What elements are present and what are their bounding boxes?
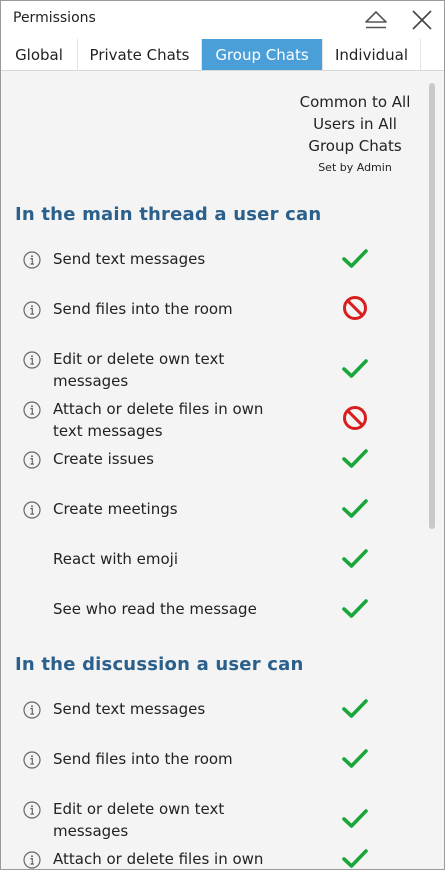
permission-row: React with emoji: [1, 548, 421, 598]
check-icon[interactable]: [342, 355, 368, 381]
permission-label: Send text messages: [53, 248, 293, 270]
info-icon[interactable]: [23, 451, 41, 469]
permissions-window: Permissions Global Private Chats Group C…: [0, 0, 445, 870]
permission-label-line-1: Create meetings: [53, 500, 178, 518]
check-icon[interactable]: [342, 695, 368, 721]
permissions-panel: Common to All Users in All Group Chats S…: [1, 71, 444, 869]
permission-label-line-1: See who read the message: [53, 600, 257, 618]
info-icon[interactable]: [23, 401, 41, 419]
section-heading: In the main thread a user can: [15, 204, 322, 225]
column-header-line-1: Common to All: [299, 93, 411, 111]
column-header-line-2: Users in All: [313, 115, 397, 133]
permission-label-line-1: Send text messages: [53, 250, 206, 268]
permission-row: Send text messages: [1, 248, 421, 298]
check-icon[interactable]: [342, 545, 368, 571]
permission-label: See who read the message: [53, 598, 293, 620]
tab-private-chats[interactable]: Private Chats: [78, 39, 202, 70]
eject-button[interactable]: [361, 5, 391, 35]
check-icon[interactable]: [342, 805, 368, 831]
permission-row: Create issues: [1, 448, 421, 498]
permission-label: Edit or delete own text messages: [53, 348, 293, 392]
permission-row: Send files into the room: [1, 295, 421, 348]
close-icon: [412, 10, 432, 30]
permission-label-line-1: Send files into the room: [53, 300, 233, 318]
permission-label-line-2: messages: [53, 372, 129, 390]
tab-group-chats[interactable]: Group Chats: [202, 39, 323, 70]
permission-row: Attach or delete files in own: [1, 845, 421, 869]
info-icon[interactable]: [23, 751, 41, 769]
tab-bar: Global Private Chats Group Chats Individ…: [1, 39, 444, 71]
tab-global[interactable]: Global: [1, 39, 78, 70]
info-icon[interactable]: [23, 851, 41, 869]
permission-label-line-1: Create issues: [53, 450, 154, 468]
permission-row: Edit or delete own text messages: [1, 348, 421, 398]
section-heading: In the discussion a user can: [15, 654, 304, 675]
permission-row: Send files into the room: [1, 748, 421, 798]
check-icon[interactable]: [342, 595, 368, 621]
prohibited-icon[interactable]: [342, 405, 368, 431]
permission-label: Create issues: [53, 448, 293, 470]
info-icon[interactable]: [23, 501, 41, 519]
permission-label: Send text messages: [53, 698, 293, 720]
permission-label: Create meetings: [53, 498, 293, 520]
tab-individual[interactable]: Individual: [323, 39, 421, 70]
column-header-line-3: Group Chats: [308, 137, 402, 155]
permission-label-line-2: messages: [53, 822, 129, 840]
permission-label: Edit or delete own text messages: [53, 798, 293, 842]
check-icon[interactable]: [342, 845, 368, 869]
info-icon[interactable]: [23, 251, 41, 269]
column-subtitle: Set by Admin: [318, 161, 392, 174]
permission-label-line-1: Send text messages: [53, 700, 206, 718]
close-button[interactable]: [407, 5, 437, 35]
eject-icon: [365, 11, 387, 29]
permission-label: Attach or delete files in own text messag…: [53, 398, 293, 442]
permission-row: Attach or delete files in own text messag…: [1, 398, 421, 448]
permission-label-line-1: Attach or delete files in own: [53, 850, 264, 868]
permission-row: Edit or delete own text messages: [1, 798, 421, 848]
column-header: Common to All Users in All Group Chats: [291, 91, 419, 157]
check-icon[interactable]: [342, 445, 368, 471]
permission-label: React with emoji: [53, 548, 293, 570]
permission-label: Attach or delete files in own: [53, 848, 293, 869]
title-bar: Permissions: [1, 1, 444, 39]
info-icon[interactable]: [23, 801, 41, 819]
permission-row: Create meetings: [1, 498, 421, 548]
check-icon[interactable]: [342, 745, 368, 771]
prohibited-icon[interactable]: [342, 295, 368, 321]
permission-label-line-1: Edit or delete own text: [53, 800, 225, 818]
scrollbar[interactable]: [429, 83, 435, 529]
permission-label: Send files into the room: [53, 748, 293, 770]
check-icon[interactable]: [342, 495, 368, 521]
permission-label-line-2: text messages: [53, 422, 163, 440]
permission-label-line-1: React with emoji: [53, 550, 179, 568]
check-icon[interactable]: [342, 245, 368, 271]
permission-label-line-1: Edit or delete own text: [53, 350, 225, 368]
info-icon[interactable]: [23, 701, 41, 719]
window-title: Permissions: [13, 10, 96, 26]
permission-row: See who read the message: [1, 598, 421, 648]
permission-label-line-1: Attach or delete files in own: [53, 400, 264, 418]
info-icon[interactable]: [23, 351, 41, 369]
info-icon[interactable]: [23, 301, 41, 319]
permission-row: Send text messages: [1, 698, 421, 748]
permission-label: Send files into the room: [53, 298, 293, 320]
permission-label-line-1: Send files into the room: [53, 750, 233, 768]
